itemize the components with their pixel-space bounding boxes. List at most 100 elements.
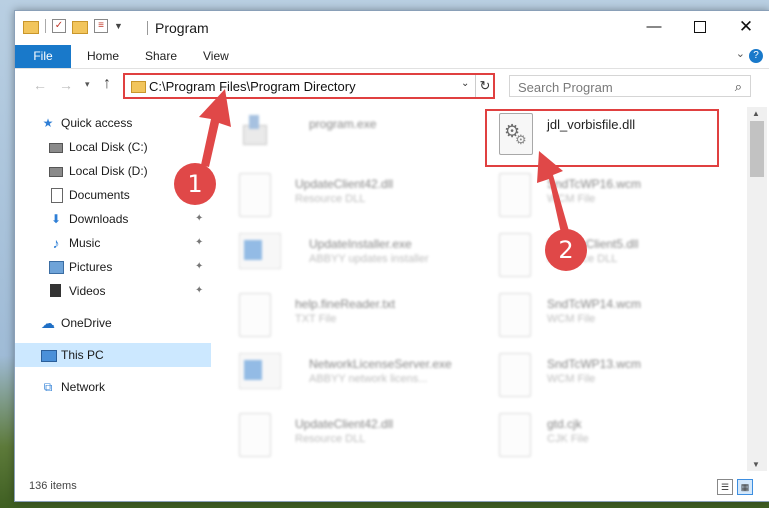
expand-ribbon-icon[interactable]: ⌄ [736,47,745,60]
tab-share[interactable]: Share [145,45,177,68]
sidebar-item-this-pc[interactable]: This PC [15,343,211,367]
search-placeholder: Search Program [518,80,613,95]
close-button[interactable]: ✕ [723,11,769,43]
sidebar-item-label: Network [61,380,106,394]
file-item[interactable]: NetworkLicenseServer.exe ABBYY network l… [239,353,489,409]
file-type: Resource DLL [295,433,366,445]
file-name: help.fineReader.txt [295,297,396,311]
sidebar-item-local-disk-c[interactable]: Local Disk (C:) [15,135,211,159]
pin-icon[interactable]: ✦ [195,237,203,248]
pin-icon[interactable]: ✦ [195,261,203,272]
sidebar-item-label: Downloads [69,212,129,226]
file-item[interactable]: UpdateInstaller.exe ABBYY updates instal… [239,233,489,289]
page-icon [239,413,275,459]
file-item[interactable]: program.exe [239,113,489,169]
file-name: UpdateInstaller.exe [309,237,412,251]
file-item[interactable]: UpdateClient42.dll Resource DLL [239,173,489,229]
address-row: ← → ▾ ↑ C:\Program Files\Program Directo… [15,69,769,103]
pin-icon[interactable]: ✦ [195,285,203,296]
sidebar-item-music[interactable]: ♪ Music ✦ [15,231,211,255]
file-name: UpdateClient42.dll [295,177,394,191]
file-type: CJK File [547,433,589,445]
music-note-icon: ♪ [52,235,60,251]
recent-locations-button[interactable]: ▾ [85,79,90,90]
file-name: SndTcWP14.wcm [547,297,642,311]
folder-icon [23,20,39,34]
window-title: Program [155,20,209,36]
cloud-icon: ☁ [41,315,55,331]
network-icon: ⧉ [43,380,53,394]
step-badge-2: 2 [545,229,587,271]
file-item[interactable]: SndTcWP13.wcm WCM File [499,353,747,409]
tab-file[interactable]: File [15,45,71,68]
file-type: Resource DLL [295,193,366,205]
drive-icon [49,164,63,178]
file-item[interactable]: gtd.cjk CJK File [499,413,747,469]
app-icon [239,233,281,279]
navigation-pane: ★ Quick access Local Disk (C:) Local Dis… [15,107,211,471]
address-path[interactable]: C:\Program Files\Program Directory [149,79,356,94]
step-badge-1: 1 [174,163,216,205]
search-icon[interactable]: ⌕ [735,79,742,95]
explorer-window: ✓ ≡ ▼ Program — ✕ File Home Share View ⌄… [14,10,769,502]
sidebar-item-label: Local Disk (D:) [69,164,148,178]
ribbon-tabs: File Home Share View ⌄ ? [15,45,769,69]
sidebar-item-downloads[interactable]: ⬇ Downloads ✦ [15,207,211,231]
properties-icon[interactable]: ✓ [52,19,66,33]
address-bar[interactable]: C:\Program Files\Program Directory ⌄ ↻ [123,73,495,99]
back-button[interactable]: ← [33,77,47,93]
sidebar-item-pictures[interactable]: Pictures ✦ [15,255,211,279]
file-item[interactable]: UpdateClient5.dll Resource DLL [499,233,747,289]
page-icon [499,233,535,279]
refresh-button[interactable]: ↻ [475,75,494,97]
help-icon[interactable]: ? [749,49,763,63]
maximize-icon [694,21,706,34]
scroll-up-icon[interactable]: ▲ [752,109,760,118]
up-button[interactable]: ↑ [103,75,111,93]
file-name: NetworkLicenseServer.exe [309,357,452,371]
sidebar-item-network[interactable]: ⧉ Network [15,375,211,399]
customize-toolbar-icon[interactable]: ≡ [94,19,108,33]
address-dropdown-icon[interactable]: ⌄ [461,78,469,89]
star-icon: ★ [42,116,54,130]
document-icon [49,188,63,203]
file-name: SndTcWP13.wcm [547,357,642,371]
maximize-button[interactable] [677,11,723,43]
page-icon [499,173,535,219]
sidebar-item-label: Videos [69,284,106,298]
pin-icon[interactable]: ✦ [195,213,203,224]
search-input[interactable]: Search Program ⌕ [509,75,751,97]
app-icon [239,353,281,399]
large-icons-view-icon[interactable]: ▦ [737,479,753,495]
sidebar-item-onedrive[interactable]: ☁ OneDrive [15,311,211,335]
file-type: WCM File [547,193,596,205]
page-icon [499,353,535,399]
sidebar-item-quick-access[interactable]: ★ Quick access [15,111,211,135]
forward-button[interactable]: → [59,77,73,93]
file-type: WCM File [547,313,596,325]
file-name: UpdateClient42.dll [295,417,394,431]
page-icon [499,293,535,339]
file-name: gtd.cjk [547,417,582,431]
pictures-icon [49,260,64,274]
new-folder-icon[interactable] [72,20,88,34]
title-bar[interactable]: ✓ ≡ ▼ Program — ✕ [15,11,769,45]
scroll-down-icon[interactable]: ▼ [752,460,760,469]
file-item[interactable]: help.fineReader.txt TXT File [239,293,489,349]
details-view-icon[interactable]: ☰ [717,479,733,495]
file-item[interactable]: UpdateClient42.dll Resource DLL [239,413,489,469]
sidebar-item-label: This PC [61,348,104,362]
sidebar-item-videos[interactable]: Videos ✦ [15,279,211,303]
tab-view[interactable]: View [203,45,229,68]
page-icon [499,413,535,459]
tab-home[interactable]: Home [87,45,119,68]
file-type: WCM File [547,373,596,385]
chevron-down-icon[interactable]: ▼ [114,21,123,31]
vertical-scrollbar[interactable]: ▲ ▼ [747,107,767,471]
file-item[interactable]: SndTcWP14.wcm WCM File [499,293,747,349]
minimize-button[interactable]: — [631,11,677,43]
toolbar-divider [45,19,46,33]
file-item[interactable]: SndTcWP16.wcm WCM File [499,173,747,229]
quick-access-toolbar: ✓ ≡ ▼ [23,19,123,34]
scrollbar-thumb[interactable] [750,121,764,177]
